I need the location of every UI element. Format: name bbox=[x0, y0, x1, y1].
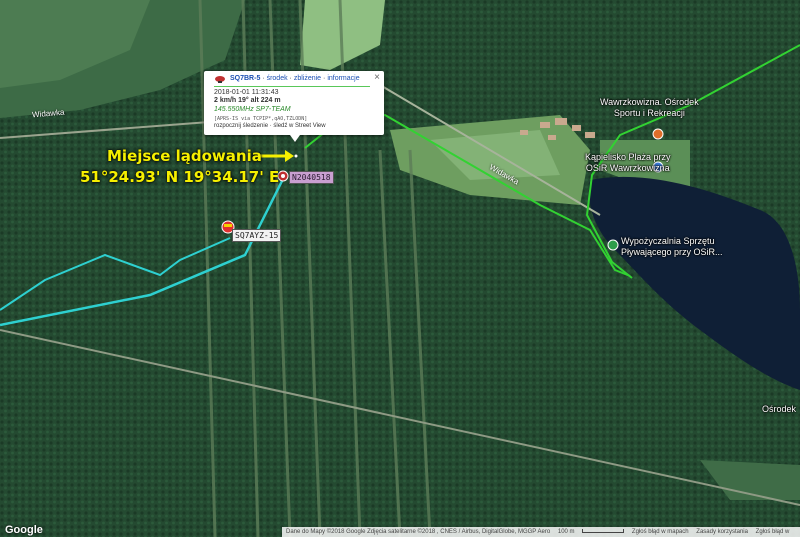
google-logo: Google bbox=[5, 524, 43, 536]
report-link-2[interactable]: Zgłoś błąd w bbox=[756, 529, 790, 535]
place-label-wypozyczalnia[interactable]: Wypożyczalnia Sprzętu Pływającego przy O… bbox=[621, 236, 723, 258]
callsign[interactable]: SQ7BR-5 bbox=[230, 75, 260, 82]
terms-link[interactable]: Zasady korzystania bbox=[696, 529, 748, 535]
scale-bar bbox=[582, 529, 625, 534]
popup-comment: 145.550MHz SP7-TEAM bbox=[214, 106, 291, 113]
link-zoom[interactable]: zbliżenie bbox=[294, 75, 321, 82]
target-marker-icon[interactable] bbox=[277, 170, 289, 182]
place-label-osrodek-2[interactable]: Ośrodek bbox=[762, 404, 796, 415]
satellite-map[interactable] bbox=[0, 0, 800, 537]
report-link[interactable]: Zgłoś błąd w mapach bbox=[632, 529, 689, 535]
station-label[interactable]: N2040518 bbox=[289, 171, 334, 184]
popup-path: [APRS-IS via TCPIP*,qAO,TZLODN] bbox=[214, 116, 308, 122]
popup-divider bbox=[214, 86, 370, 87]
popup-tools[interactable]: rozpocznij śledzenie · śledź w Street Vi… bbox=[214, 123, 326, 129]
popup-tail bbox=[290, 135, 300, 142]
popup-header: SQ7BR-5 · środek · zbliżenie · informacj… bbox=[230, 75, 360, 82]
landing-site-title: Miejsce lądowania bbox=[107, 147, 262, 165]
landing-site-coords: 51°24.93' N 19°34.17' E bbox=[80, 168, 280, 186]
popup-timestamp: 2018-01-01 11:31:43 bbox=[214, 89, 279, 96]
boat-rental-icon[interactable] bbox=[607, 239, 619, 251]
attribution: Dane do Mapy ©2018 Google Zdjęcia sateli… bbox=[286, 529, 551, 535]
link-info[interactable]: informacje bbox=[327, 75, 359, 82]
scale-label: 100 m bbox=[557, 529, 575, 535]
close-icon[interactable]: × bbox=[374, 72, 380, 83]
popup-speed: 2 km/h 19° alt 224 m bbox=[214, 97, 281, 104]
link-center[interactable]: środek bbox=[267, 75, 288, 82]
landing-point bbox=[294, 154, 298, 158]
station-info-popup: SQ7BR-5 · środek · zbliżenie · informacj… bbox=[204, 71, 384, 135]
hotel-icon[interactable] bbox=[652, 128, 664, 140]
station-label[interactable]: SQ7AYZ-15 bbox=[232, 229, 282, 242]
map-footer: Dane do Mapy ©2018 Google Zdjęcia sateli… bbox=[282, 527, 800, 537]
balloon-icon bbox=[215, 76, 225, 83]
place-label-kapielisko[interactable]: Kąpielisko Plaża przy OSiR Wawrzkowizna bbox=[585, 152, 671, 174]
place-label-osrodek[interactable]: Wawrzkowizna. Ośrodek Sportu i Rekreacji bbox=[600, 97, 699, 119]
